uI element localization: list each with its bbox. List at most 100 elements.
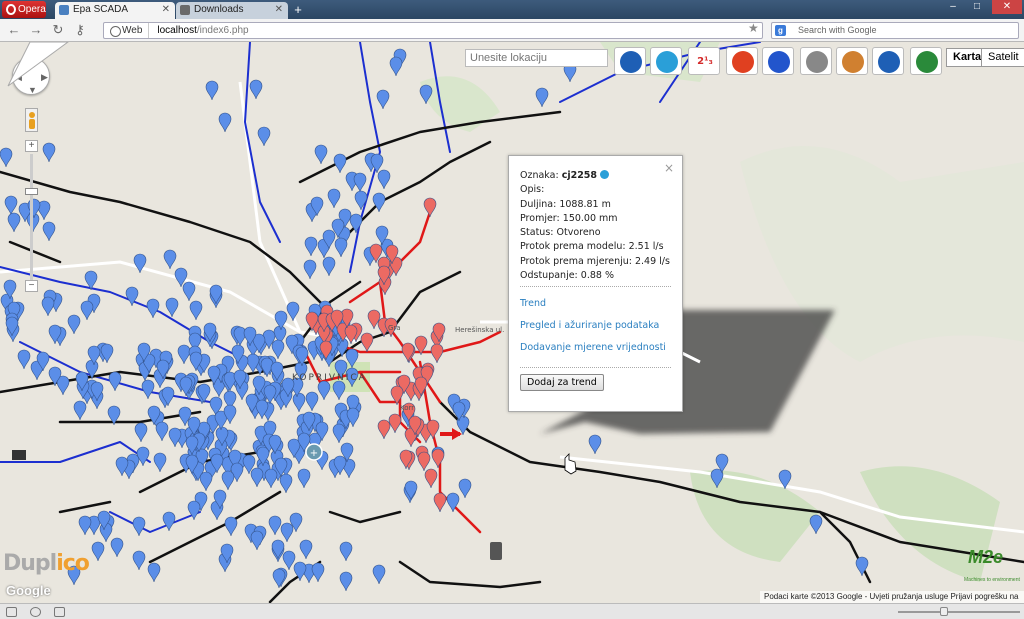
node-marker-icon[interactable] <box>809 514 823 535</box>
node-marker-icon[interactable] <box>155 421 169 442</box>
node-marker-icon[interactable] <box>292 392 306 413</box>
bookmark-star-icon[interactable]: ★ <box>748 21 759 35</box>
node-marker-icon[interactable] <box>250 467 264 488</box>
location-search-input[interactable] <box>465 49 608 67</box>
node-marker-icon[interactable] <box>134 422 148 443</box>
map-canvas[interactable]: + Gra Korr Herešinska ul. KOPRIVNICA ▲ ▼… <box>0 42 1024 603</box>
close-window-button[interactable]: ✕ <box>992 0 1022 14</box>
camera-icon[interactable] <box>54 607 65 617</box>
node-marker-icon[interactable] <box>78 515 92 536</box>
node-marker-icon[interactable] <box>108 371 122 392</box>
node-marker-icon[interactable] <box>146 298 160 319</box>
node-marker-icon[interactable] <box>388 413 402 434</box>
node-marker-icon[interactable] <box>372 564 386 585</box>
node-marker-icon[interactable] <box>303 259 317 280</box>
zoom-thumb[interactable] <box>25 188 38 195</box>
info-tool[interactable] <box>614 47 646 75</box>
node-marker-icon[interactable] <box>218 112 232 133</box>
search-field[interactable]: g Search with Google <box>771 22 1019 39</box>
node-marker-icon[interactable] <box>165 297 179 318</box>
node-marker-icon[interactable] <box>377 169 391 190</box>
panel-toggle-icon[interactable] <box>6 607 17 617</box>
node-marker-icon[interactable] <box>339 541 353 562</box>
node-marker-icon[interactable] <box>588 434 602 455</box>
node-marker-icon[interactable] <box>433 492 447 513</box>
node-marker-icon[interactable] <box>73 400 87 421</box>
node-marker-icon[interactable] <box>299 539 313 560</box>
node-marker-icon[interactable] <box>332 423 346 444</box>
node-marker-icon[interactable] <box>327 188 341 209</box>
zoom-out-button[interactable]: − <box>25 280 38 292</box>
node-marker-icon[interactable] <box>280 522 294 543</box>
node-marker-icon[interactable] <box>147 562 161 583</box>
map-terms[interactable]: Podaci karte ©2013 Google - Uvjeti pruža… <box>760 591 1024 613</box>
node-marker-icon[interactable] <box>132 516 146 537</box>
node-marker-icon[interactable] <box>271 539 285 560</box>
node-marker-icon[interactable] <box>136 446 150 467</box>
node-marker-icon[interactable] <box>80 300 94 321</box>
tab-epa-scada[interactable]: Epa SCADA ✕ <box>55 2 175 19</box>
excel-tool[interactable] <box>910 47 942 75</box>
node-marker-icon[interactable] <box>249 79 263 100</box>
node-marker-icon[interactable] <box>264 468 278 489</box>
node-marker-icon[interactable] <box>224 516 238 537</box>
node-marker-icon[interactable] <box>314 144 328 165</box>
chain-tool[interactable] <box>762 47 794 75</box>
close-tab-icon[interactable]: ✕ <box>275 2 283 18</box>
clock-tool[interactable] <box>726 47 758 75</box>
page-zoom-knob[interactable] <box>940 607 948 616</box>
update-data-link[interactable]: Pregled i ažuriranje podataka <box>520 319 671 341</box>
node-marker-icon[interactable] <box>42 142 56 163</box>
map-type-satelit-button[interactable]: Satelit <box>981 48 1024 67</box>
node-marker-icon[interactable] <box>311 562 325 583</box>
node-marker-icon[interactable] <box>268 515 282 536</box>
node-marker-icon[interactable] <box>417 451 431 472</box>
node-marker-icon[interactable] <box>141 379 155 400</box>
page-zoom-slider[interactable] <box>898 611 1020 613</box>
filter-tool[interactable] <box>872 47 904 75</box>
node-marker-icon[interactable] <box>7 212 21 233</box>
cloud-icon[interactable] <box>30 607 41 617</box>
opera-menu-button[interactable]: Opera <box>2 1 46 18</box>
node-marker-icon[interactable] <box>221 470 235 491</box>
node-marker-icon[interactable] <box>4 195 18 216</box>
node-marker-icon[interactable] <box>423 197 437 218</box>
node-marker-icon[interactable] <box>322 256 336 277</box>
new-tab-button[interactable]: + <box>290 3 306 17</box>
node-marker-icon[interactable] <box>370 153 384 174</box>
home-key-icon[interactable]: ⚷ <box>72 22 88 38</box>
node-marker-icon[interactable] <box>257 126 271 147</box>
node-marker-icon[interactable] <box>430 343 444 364</box>
node-marker-icon[interactable] <box>297 468 311 489</box>
minimize-button[interactable]: – <box>942 0 964 14</box>
node-marker-icon[interactable] <box>304 236 318 257</box>
node-marker-icon[interactable] <box>67 314 81 335</box>
node-marker-icon[interactable] <box>199 471 213 492</box>
node-marker-icon[interactable] <box>339 571 353 592</box>
node-marker-icon[interactable] <box>182 281 196 302</box>
forward-icon[interactable]: → <box>28 22 44 38</box>
node-marker-icon[interactable] <box>132 550 146 571</box>
box-tool[interactable] <box>836 47 868 75</box>
back-icon[interactable]: ← <box>6 22 22 38</box>
node-marker-icon[interactable] <box>333 153 347 174</box>
reservoir-icon[interactable] <box>490 542 502 560</box>
node-marker-icon[interactable] <box>353 172 367 193</box>
node-marker-icon[interactable] <box>424 468 438 489</box>
node-marker-icon[interactable] <box>305 391 319 412</box>
node-marker-icon[interactable] <box>209 284 223 305</box>
node-marker-icon[interactable] <box>0 147 13 168</box>
node-marker-icon[interactable] <box>246 353 260 374</box>
node-marker-icon[interactable] <box>41 296 55 317</box>
node-marker-icon[interactable] <box>153 452 167 473</box>
add-to-trend-button[interactable]: Dodaj za trend <box>520 374 604 392</box>
node-marker-icon[interactable] <box>334 237 348 258</box>
node-marker-icon[interactable] <box>91 541 105 562</box>
node-marker-icon[interactable] <box>205 80 219 101</box>
zoom-slider[interactable]: + − <box>25 140 38 292</box>
node-marker-icon[interactable] <box>163 249 177 270</box>
node-marker-icon[interactable] <box>286 301 300 322</box>
reload-icon[interactable]: ↻ <box>50 22 66 38</box>
node-marker-icon[interactable] <box>535 87 549 108</box>
water-drop-tool[interactable] <box>650 47 682 75</box>
